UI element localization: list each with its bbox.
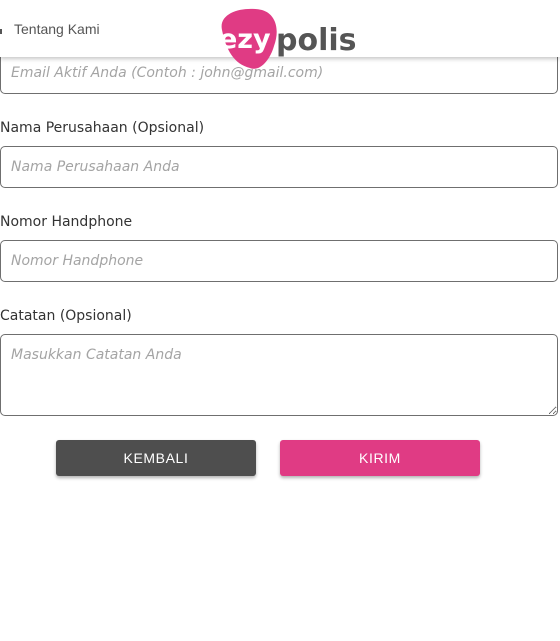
back-button[interactable]: KEMBALI xyxy=(56,440,256,476)
notes-textarea[interactable] xyxy=(0,334,558,416)
submit-button[interactable]: KIRIM xyxy=(280,440,480,476)
notes-label: Catatan (Opsional) xyxy=(0,308,132,324)
page: Tentang Kami ezy polis Nama Perusahaan (… xyxy=(0,0,560,641)
phone-field[interactable] xyxy=(0,240,558,282)
header: Tentang Kami ezy polis xyxy=(0,0,560,69)
nav-edge-marker xyxy=(0,29,2,34)
nav-link-about[interactable]: Tentang Kami xyxy=(14,21,100,37)
logo-graphic: ezy polis xyxy=(219,8,357,69)
company-label: Nama Perusahaan (Opsional) xyxy=(0,120,205,136)
logo-text-polis: polis xyxy=(276,23,357,58)
company-field[interactable] xyxy=(0,146,558,188)
ezypolis-logo[interactable]: ezy polis xyxy=(214,6,357,72)
phone-label: Nomor Handphone xyxy=(0,214,133,230)
logo-text-ezy: ezy xyxy=(219,24,271,55)
